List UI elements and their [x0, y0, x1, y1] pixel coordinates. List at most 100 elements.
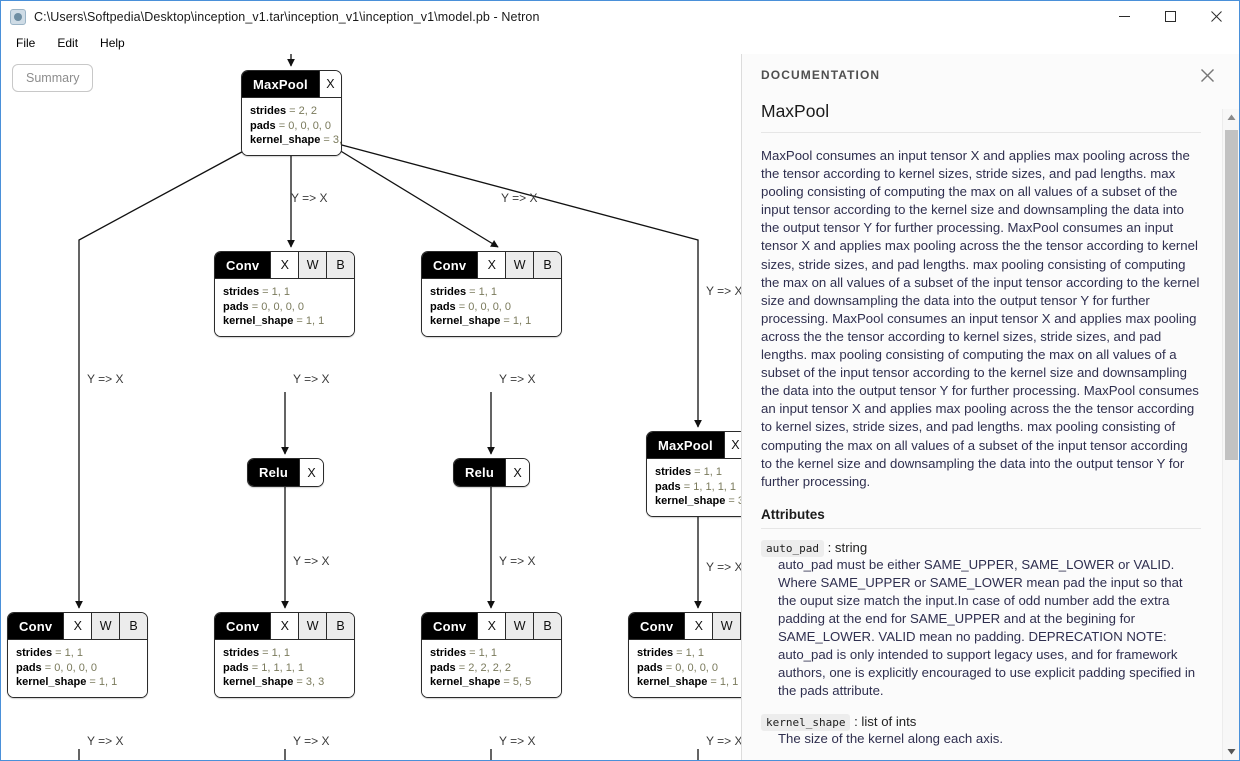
node-attributes: strides = 1, 1 pads = 0, 0, 0, 0 kernel_sh…	[422, 279, 561, 336]
netron-window: C:\Users\Softpedia\Desktop\inception_v1.…	[0, 0, 1240, 761]
node-attribute-key: kernel_shape	[16, 676, 87, 689]
node-port-w[interactable]: W	[505, 252, 534, 278]
graph-node-relu[interactable]: Relu X	[247, 458, 324, 487]
node-port-b[interactable]: B	[740, 613, 741, 639]
node-attribute-row: kernel_shape = 3, 3	[250, 133, 341, 148]
node-attributes: strides = 2, 2 pads = 0, 0, 0, 0 kernel_sh…	[242, 98, 341, 155]
graph-node-conv[interactable]: Conv X W Bstrides = 1, 1 pads = 1, 1, 1, 1 ke…	[214, 612, 355, 698]
node-attribute-value: 1, 1	[512, 315, 532, 328]
attribute-entry: auto_pad : string auto_pad must be either…	[761, 539, 1201, 701]
node-attributes: strides = 1, 1 pads = 1, 1, 1, 1 kernel_sh…	[647, 459, 741, 516]
attribute-name: auto_pad	[761, 539, 824, 557]
graph-node-conv[interactable]: ConvXWBstrides = 1, 1pads = 0, 0, 0, 0ke…	[214, 251, 355, 337]
node-attribute-value: 5, 5	[512, 676, 532, 689]
node-header: ConvXWB	[422, 613, 561, 640]
node-attribute-value: 1, 1	[64, 647, 83, 659]
node-attribute-row: kernel_shape = 3, 3	[223, 676, 325, 689]
netron-icon	[10, 8, 26, 25]
node-type-label: MaxPool	[647, 432, 724, 458]
node-header: ConvXWB	[8, 613, 147, 640]
node-attribute-key: pads	[16, 661, 42, 674]
node-type-label: Conv	[422, 252, 478, 278]
node-type-label: MaxPool	[242, 71, 319, 97]
node-port-x[interactable]: X	[477, 252, 506, 278]
scroll-down-arrow[interactable]	[1223, 743, 1239, 760]
node-attribute-key: strides	[16, 647, 53, 659]
node-port-x[interactable]: X	[270, 613, 299, 639]
main-content: Summary Y => X Y => X Y => X Y => X Y =>…	[1, 54, 1239, 760]
graph-node-maxpool[interactable]: MaxPool Xstrides = 1, 1 pads = 1, 1, 1, 1k…	[646, 431, 741, 517]
node-attribute-key: kernel_shape	[430, 315, 501, 328]
documentation-description: MaxPool consumes an input tensor X and a…	[761, 148, 1200, 489]
graph-node-maxpool[interactable]: MaxPool Xstrides = 2, 2 pads = 0, 0, 0, 0k…	[241, 70, 342, 156]
menu-bar: File Edit Help	[1, 32, 1239, 54]
node-header: MaxPool X	[647, 432, 741, 459]
node-attribute-value: 2, 2	[298, 105, 317, 117]
node-type-label: Conv	[629, 613, 685, 639]
menu-item-edit[interactable]: Edit	[51, 34, 88, 52]
node-attribute-key: kernel_shape	[223, 315, 294, 328]
node-attribute-value: 1, 1, 1, 1	[693, 480, 737, 493]
documentation-body: MaxPool MaxPool consumes an input tensor…	[742, 95, 1220, 760]
node-attribute-row: kernel_shape = 1, 1	[223, 315, 325, 328]
menu-item-help[interactable]: Help	[94, 34, 135, 52]
documentation-header: DOCUMENTATION	[742, 54, 1239, 95]
node-attribute-row: strides = 1, 1	[430, 286, 497, 298]
node-attribute-key: kernel_shape	[250, 134, 321, 147]
menu-item-file[interactable]: File	[10, 34, 45, 52]
node-attribute-row: pads = 0, 0, 0, 0	[430, 300, 512, 313]
node-port-x[interactable]: X	[477, 613, 506, 639]
maximize-button[interactable]	[1147, 1, 1193, 32]
node-attribute-row: kernel_shape = 3, 3	[655, 494, 741, 509]
attributes-list: auto_pad : string auto_pad must be either…	[761, 539, 1201, 760]
node-port-x[interactable]: X	[504, 459, 529, 486]
graph-node-conv[interactable]: Conv X W Bstrides = 1, 1 pads = 2, 2, 2, 2 ke…	[421, 612, 562, 698]
node-port-b[interactable]: B	[326, 613, 354, 639]
node-attribute-value: 0, 0, 0, 0	[675, 661, 719, 674]
title-bar: C:\Users\Softpedia\Desktop\inception_v1.…	[1, 1, 1239, 32]
node-port-w[interactable]: W	[91, 613, 120, 639]
close-button[interactable]	[1193, 1, 1239, 32]
summary-button[interactable]: Summary	[12, 64, 94, 92]
node-type-label: Conv	[422, 613, 478, 639]
graph-node-conv[interactable]: ConvXWBstrides = 1, 1pads = 0, 0, 0, 0ke…	[7, 612, 148, 698]
node-port-b[interactable]: B	[326, 252, 354, 278]
node-port-w[interactable]: W	[712, 613, 741, 639]
node-attribute-key: kernel_shape	[223, 676, 294, 689]
attribute-description: The size of the kernel along each axis.	[778, 730, 1004, 746]
node-port-x[interactable]: X	[684, 613, 713, 639]
graph-node-relu[interactable]: Relu X	[453, 458, 530, 487]
node-attribute-row: strides = 1, 1	[223, 286, 290, 298]
minimize-button[interactable]	[1101, 1, 1147, 32]
node-attribute-key: strides	[430, 286, 467, 298]
node-attribute-key: kernel_shape	[655, 495, 726, 508]
scroll-up-arrow[interactable]	[1223, 109, 1239, 126]
node-attribute-value: 1, 1	[478, 286, 497, 298]
node-port-x[interactable]: X	[723, 432, 741, 458]
node-port-w[interactable]: W	[505, 613, 534, 639]
graph-node-conv[interactable]: ConvXWBstrides = 1, 1pads = 0, 0, 0, 0ke…	[628, 612, 741, 698]
node-port-w[interactable]: W	[298, 613, 327, 639]
node-port-x[interactable]: X	[298, 459, 323, 486]
documentation-scrollbar[interactable]	[1222, 109, 1239, 760]
graph-pane[interactable]: Summary Y => X Y => X Y => X Y => X Y =>…	[1, 54, 741, 760]
node-port-w[interactable]: W	[298, 252, 327, 278]
scrollbar-thumb[interactable]	[1225, 130, 1238, 460]
documentation-divider	[761, 132, 1201, 133]
node-port-x[interactable]: X	[270, 252, 299, 278]
node-attribute-value: 1, 1	[703, 466, 722, 478]
node-header: ConvXWB	[215, 613, 354, 640]
node-type-label: Relu	[248, 459, 299, 486]
node-attribute-key: strides	[223, 647, 260, 659]
documentation-close-button[interactable]	[1197, 65, 1217, 85]
node-port-b[interactable]: B	[533, 613, 561, 639]
node-attribute-key: strides	[430, 647, 467, 659]
node-port-x[interactable]: X	[318, 71, 341, 97]
node-port-b[interactable]: B	[533, 252, 561, 278]
node-port-x[interactable]: X	[63, 613, 92, 639]
node-port-b[interactable]: B	[119, 613, 147, 639]
node-type-label: Conv	[215, 252, 271, 278]
graph-node-conv[interactable]: ConvXWBstrides = 1, 1 pads = 0, 0, 0, 0 ke…	[421, 251, 562, 337]
node-attribute-value: 1, 1, 1, 1	[261, 661, 305, 674]
node-attribute-value: 0, 0, 0, 0	[261, 300, 305, 313]
